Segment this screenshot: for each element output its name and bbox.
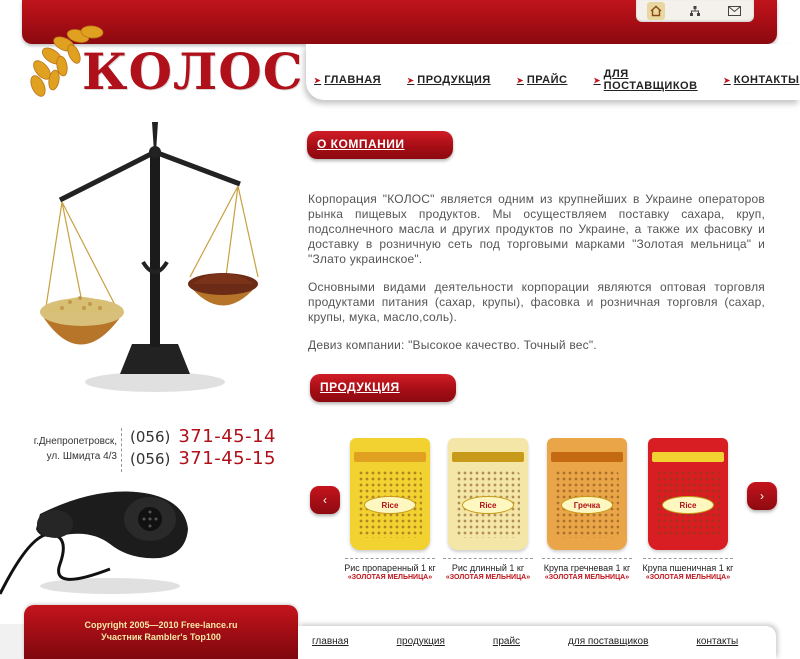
nav-item-home[interactable]: ➤ ГЛАВНАЯ [314, 68, 381, 92]
phone-list: (056) 371-45-14 (056) 371-45-15 [130, 426, 276, 470]
about-section-header[interactable]: О КОМПАНИИ [307, 131, 453, 159]
main-nav: ➤ ГЛАВНАЯ ➤ ПРОДУКЦИЯ ➤ ПРАЙС ➤ ДЛЯ ПОСТАВЩИ… [314, 68, 800, 92]
package-band [652, 452, 724, 462]
package-logo: Rice [662, 496, 714, 514]
arrow-right-icon: ➤ [516, 75, 524, 85]
footer-nav-bar: главная продукция прайс для поставщиков … [298, 626, 776, 659]
about-paragraph-2: Основными видами деятельности корпорации… [308, 280, 765, 324]
phone-row: (056) 371-45-14 [130, 426, 276, 448]
phone-code: (056) [130, 450, 171, 468]
product-brand: «ЗОЛОТАЯ МЕЛЬНИЦА» [544, 574, 630, 581]
nav-item-price[interactable]: ➤ ПРАЙС [517, 68, 568, 92]
carousel-prev-button[interactable]: ‹ [310, 486, 340, 514]
arrow-right-icon: ➤ [593, 75, 601, 85]
carousel-next-button[interactable]: › [747, 482, 777, 510]
product-package-image: Rice [648, 438, 728, 550]
address-city: г.Днепропетровск, [33, 436, 117, 447]
scale-illustration [40, 122, 259, 392]
footer-link-products[interactable]: продукция [397, 636, 445, 647]
telephone-illustration [0, 491, 188, 595]
footer-link-home[interactable]: главная [312, 636, 349, 647]
address-street: ул. Шмидта 4/3 [46, 451, 117, 462]
product-name: Крупа пшеничная 1 кг [642, 563, 734, 573]
arrow-right-icon: ➤ [407, 75, 415, 85]
product-divider [345, 558, 435, 559]
nav-label: ДЛЯ ПОСТАВЩИКОВ [603, 68, 698, 92]
nav-label: ПРОДУКЦИЯ [417, 74, 491, 86]
about-paragraph-3: Девиз компании: "Высокое качество. Точны… [308, 338, 597, 352]
products-section-header[interactable]: ПРОДУКЦИЯ [310, 374, 456, 402]
product-name: Рис длинный 1 кг [451, 563, 525, 573]
arrow-right-icon: ➤ [723, 75, 731, 85]
package-band [354, 452, 426, 462]
top-utility-icons [636, 0, 754, 22]
nav-item-suppliers[interactable]: ➤ ДЛЯ ПОСТАВЩИКОВ [593, 68, 697, 92]
nav-item-products[interactable]: ➤ ПРОДУКЦИЯ [407, 68, 491, 92]
product-card[interactable]: Rice Рис пропаренный 1 кг «ЗОЛОТАЯ МЕЛЬН… [342, 438, 438, 583]
product-package-image: Rice [350, 438, 430, 550]
package-logo: Rice [462, 496, 514, 514]
footer-copyright-box: Copyright 2005—2010 Free-lance.ru Участн… [24, 605, 298, 659]
address: г.Днепропетровск, ул. Шмидта 4/3 [22, 434, 117, 464]
product-brand: «ЗОЛОТАЯ МЕЛЬНИЦА» [347, 574, 433, 581]
rambler-text[interactable]: Участник Rambler's Top100 [24, 631, 298, 643]
footer-left-strip [0, 624, 24, 659]
product-card[interactable]: Rice Крупа пшеничная 1 кг «ЗОЛОТАЯ МЕЛЬН… [640, 438, 736, 583]
footer-nav: главная продукция прайс для поставщиков … [312, 636, 738, 647]
sitemap-icon[interactable] [686, 2, 704, 20]
phone-code: (056) [130, 428, 171, 446]
nav-label: ГЛАВНАЯ [324, 74, 382, 86]
product-divider [643, 558, 733, 559]
about-text: Корпорация "КОЛОС" является одним из кру… [308, 192, 765, 366]
about-paragraph-1: Корпорация "КОЛОС" является одним из кру… [308, 192, 765, 266]
package-logo: Rice [364, 496, 416, 514]
product-divider [542, 558, 632, 559]
footer-link-contacts[interactable]: контакты [696, 636, 738, 647]
footer-link-suppliers[interactable]: для поставщиков [568, 636, 648, 647]
package-band [551, 452, 623, 462]
arrow-right-icon: ➤ [314, 75, 322, 85]
product-brand: «ЗОЛОТАЯ МЕЛЬНИЦА» [445, 574, 531, 581]
home-icon[interactable] [646, 2, 665, 20]
contact-divider [121, 428, 122, 472]
copyright-text: Copyright 2005—2010 Free-lance.ru [84, 620, 238, 630]
nav-label: КОНТАКТЫ [733, 74, 800, 86]
nav-item-contacts[interactable]: ➤ КОНТАКТЫ [724, 68, 800, 92]
mail-icon[interactable] [725, 2, 743, 20]
phone-number: 371-45-15 [178, 448, 276, 469]
phone-number: 371-45-14 [178, 426, 276, 447]
phone-row: (056) 371-45-15 [130, 448, 276, 470]
product-brand: «ЗОЛОТАЯ МЕЛЬНИЦА» [645, 574, 731, 581]
product-name: Крупа гречневая 1 кг [543, 563, 631, 573]
package-band [452, 452, 524, 462]
footer-link-price[interactable]: прайс [493, 636, 520, 647]
product-card[interactable]: Гречка Крупа гречневая 1 кг «ЗОЛОТАЯ МЕЛ… [539, 438, 635, 583]
site-logo[interactable]: КОЛОС [24, 10, 303, 110]
logo-text: КОЛОС [82, 42, 304, 101]
nav-label: ПРАЙС [526, 74, 568, 86]
main-nav-panel: ➤ ГЛАВНАЯ ➤ ПРОДУКЦИЯ ➤ ПРАЙС ➤ ДЛЯ ПОСТАВЩИ… [306, 44, 800, 100]
product-name: Рис пропаренный 1 кг [344, 563, 436, 573]
product-divider [443, 558, 533, 559]
product-package-image: Гречка [547, 438, 627, 550]
package-logo: Гречка [561, 496, 613, 514]
product-card[interactable]: Rice Рис длинный 1 кг «ЗОЛОТАЯ МЕЛЬНИЦА» [440, 438, 536, 583]
product-package-image: Rice [448, 438, 528, 550]
